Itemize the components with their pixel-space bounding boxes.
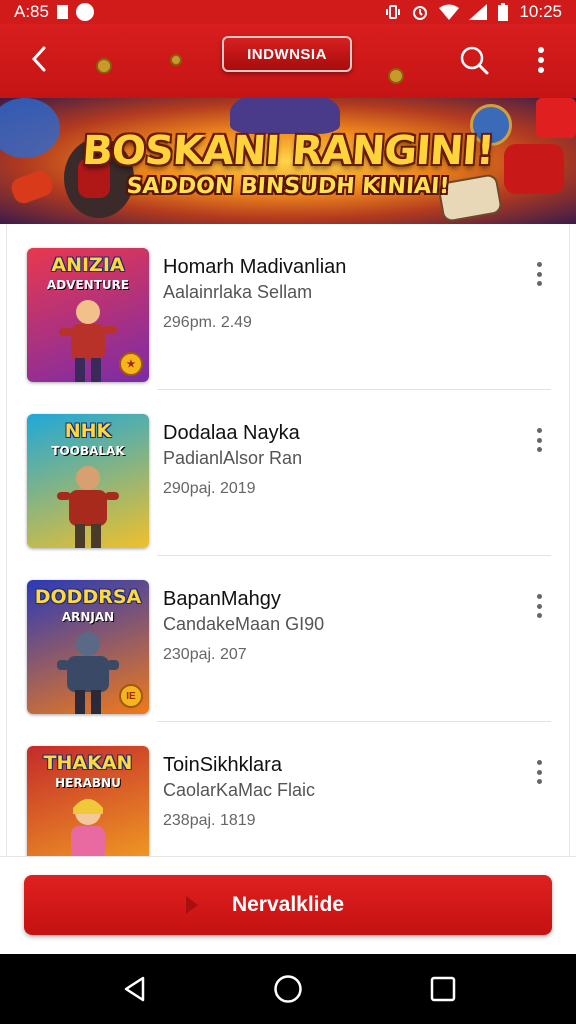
game-thumbnail[interactable]: NHK TOOBALAK — [27, 414, 149, 548]
game-thumbnail[interactable]: ANIZIA ADVENTURE ★ — [27, 248, 149, 382]
triangle-back-icon — [124, 976, 145, 1002]
list-item[interactable]: DODDRSA ARNJAN IE BapanMahgy CandakeMaan… — [7, 556, 569, 722]
game-meta: 296pm. 2.49 — [163, 314, 252, 331]
list-item[interactable]: THAKAN HERABNU ToinSikhklara CaolarKaMac… — [7, 722, 569, 856]
chevron-left-icon — [31, 46, 46, 72]
list-item[interactable]: NHK TOOBALAK Dodalaa Nayka PadianlAlsor … — [7, 390, 569, 556]
banner-headline: BOSKANI RANGINI! — [80, 128, 496, 174]
battery-icon — [498, 3, 509, 21]
game-meta: 230paj. 207 — [163, 646, 247, 663]
game-title: ToinSikhklara — [163, 754, 282, 776]
hero-character-icon — [71, 799, 105, 856]
thumbnail-subtitle: TOOBALAK — [51, 444, 125, 458]
thumbnail-title: DODDRSA — [34, 586, 142, 608]
promo-banner[interactable]: BOSKANI RANGINI! SADDON BINSUDH KINIAI! — [0, 98, 576, 224]
bottom-action-area: Nervalklide — [0, 856, 576, 954]
coin-decoration — [96, 58, 112, 74]
game-title: Dodalaa Nayka — [163, 422, 300, 444]
item-overflow-button[interactable] — [527, 260, 551, 288]
status-time-left: A:85 — [14, 2, 49, 21]
primary-action-button[interactable]: Nervalklide — [24, 875, 552, 935]
app-title: INDWNSIA — [222, 36, 352, 72]
app-notification-icon — [75, 3, 94, 21]
list-item[interactable]: ANIZIA ADVENTURE ★ Homarh Madivanlian Aa… — [7, 224, 569, 390]
game-developer: CandakeMaan GI90 — [163, 614, 325, 634]
nav-recents-button[interactable] — [426, 972, 460, 1006]
thumbnail-title: ANIZIA — [51, 254, 125, 276]
system-navigation-bar — [0, 954, 576, 1024]
notification-icon — [56, 5, 68, 19]
nav-home-button[interactable] — [271, 972, 305, 1006]
hero-character-icon — [57, 632, 119, 714]
wifi-icon — [439, 4, 460, 20]
status-bar: A:85 10:25 — [0, 0, 576, 24]
item-overflow-button[interactable] — [527, 426, 551, 454]
thumbnail-title: THAKAN — [43, 752, 133, 774]
signal-icon — [469, 4, 488, 20]
hero-character-icon — [59, 300, 117, 382]
game-title: Homarh Madivanlian — [163, 256, 347, 278]
thumbnail-subtitle: HERABNU — [55, 776, 121, 790]
game-title: BapanMahgy — [163, 588, 281, 610]
game-meta: 290paj. 2019 — [163, 480, 256, 497]
app-bar: INDWNSIA — [0, 24, 576, 98]
circle-home-icon — [274, 975, 302, 1003]
status-time-right: 10:25 — [519, 2, 562, 21]
thumbnail-subtitle: ARNJAN — [61, 610, 115, 624]
search-icon — [460, 46, 489, 75]
game-thumbnail[interactable]: THAKAN HERABNU — [27, 746, 149, 856]
primary-action-label: Nervalklide — [231, 893, 345, 916]
square-recents-icon — [430, 976, 456, 1002]
coin-decoration — [170, 54, 182, 66]
rating-badge: IE — [119, 684, 143, 708]
game-thumbnail[interactable]: DODDRSA ARNJAN IE — [27, 580, 149, 714]
thumbnail-subtitle: ADVENTURE — [46, 278, 130, 292]
search-button[interactable] — [456, 42, 492, 78]
overflow-menu-button[interactable] — [526, 42, 556, 78]
nav-back-button[interactable] — [118, 972, 152, 1006]
item-overflow-button[interactable] — [527, 758, 551, 786]
game-developer: CaolarKaMac Flaic — [163, 780, 316, 800]
back-button[interactable] — [22, 42, 56, 76]
thumbnail-title: NHK — [64, 420, 112, 442]
rating-badge: ★ — [119, 352, 143, 376]
hero-character-icon — [57, 466, 119, 548]
alarm-icon — [413, 6, 428, 20]
play-icon — [186, 896, 198, 914]
game-meta: 238paj. 1819 — [163, 812, 256, 829]
game-developer: PadianlAlsor Ran — [163, 448, 303, 468]
vibrate-icon — [386, 5, 401, 19]
banner-subheadline: SADDON BINSUDH KINIAI! — [125, 174, 451, 199]
item-overflow-button[interactable] — [527, 592, 551, 620]
more-vert-icon — [538, 47, 544, 73]
coin-decoration — [388, 68, 404, 84]
game-developer: Aalainrlaka Sellam — [163, 282, 313, 302]
game-list: ANIZIA ADVENTURE ★ Homarh Madivanlian Aa… — [6, 224, 570, 856]
